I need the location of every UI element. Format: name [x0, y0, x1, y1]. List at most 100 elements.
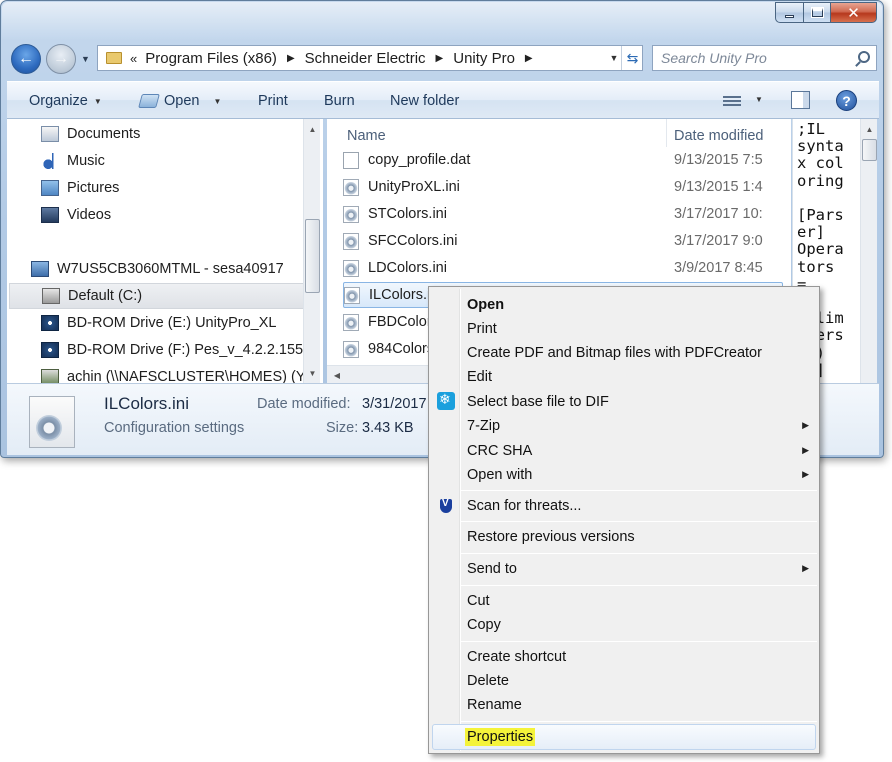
- search-placeholder: Search Unity Pro: [661, 50, 767, 66]
- command-toolbar: Organize ▼ Open ▼ Print Burn New folder …: [7, 81, 879, 119]
- maximize-button[interactable]: [803, 2, 830, 23]
- network-drive-icon: [41, 369, 59, 383]
- menu-item-create-pdf[interactable]: Create PDF and Bitmap files with PDFCrea…: [467, 342, 762, 364]
- nav-item-drive-y[interactable]: achin (\\NAFSCLUSTER\HOMES) (Y:): [41, 364, 314, 383]
- menu-item-crc-sha[interactable]: CRC SHA: [467, 440, 532, 462]
- print-button[interactable]: Print: [258, 93, 288, 109]
- menu-item-7zip[interactable]: 7-Zip: [467, 415, 500, 437]
- computer-icon: [31, 261, 49, 277]
- scroll-up-icon[interactable]: ▲: [861, 121, 877, 137]
- view-options-chevron-icon[interactable]: ▼: [755, 95, 763, 104]
- refresh-icon: ⇆: [626, 49, 639, 66]
- column-header-date-modified[interactable]: Date modified: [674, 128, 763, 144]
- search-input[interactable]: Search Unity Pro: [652, 45, 877, 71]
- breadcrumb-chevron-icon[interactable]: ▶: [287, 53, 295, 64]
- nav-item-drive-e[interactable]: BD-ROM Drive (E:) UnityPro_XL: [41, 310, 276, 336]
- title-bar: [2, 2, 882, 40]
- menu-item-select-base-dif[interactable]: Select base file to DIF: [467, 391, 609, 413]
- pictures-icon: [41, 180, 59, 196]
- file-row[interactable]: SFCColors.ini 3/17/2017 9:0: [343, 228, 783, 254]
- back-button[interactable]: ←: [11, 44, 41, 74]
- menu-item-restore-previous[interactable]: Restore previous versions: [467, 526, 635, 548]
- menu-item-rename[interactable]: Rename: [467, 694, 522, 716]
- navigation-pane: Documents Music Pictures Videos W7US5CB3…: [7, 119, 323, 383]
- scroll-up-icon[interactable]: ▲: [304, 121, 321, 137]
- file-name: UnityProXL.ini: [368, 179, 460, 195]
- breadcrumb-overflow[interactable]: «: [130, 51, 137, 66]
- nav-pane-scroll-thumb[interactable]: [305, 219, 320, 293]
- nav-item-documents[interactable]: Documents: [41, 121, 140, 147]
- file-name: STColors.ini: [368, 206, 447, 222]
- file-date: 9/13/2015 7:5: [674, 152, 763, 168]
- burn-label: Burn: [324, 93, 355, 109]
- nav-item-music[interactable]: Music: [41, 148, 105, 174]
- chevron-down-icon: ▼: [213, 96, 222, 106]
- minimize-button[interactable]: [775, 2, 803, 23]
- settings-file-icon: [343, 178, 359, 196]
- breadcrumb-unity-pro[interactable]: Unity Pro: [453, 50, 515, 67]
- preview-scroll-thumb[interactable]: [862, 139, 877, 161]
- menu-item-create-shortcut[interactable]: Create shortcut: [467, 646, 566, 668]
- menu-item-open[interactable]: Open: [467, 294, 504, 316]
- file-row[interactable]: LDColors.ini 3/9/2017 8:45: [343, 255, 783, 281]
- preview-scrollbar[interactable]: ▲: [860, 119, 877, 383]
- menu-item-print[interactable]: Print: [467, 318, 497, 340]
- nav-item-drive-f[interactable]: BD-ROM Drive (F:) Pes_v_4.2.2.1551: [41, 337, 311, 363]
- file-row[interactable]: STColors.ini 3/17/2017 10:: [343, 201, 783, 227]
- details-size-value: 3.43 KB: [362, 420, 414, 436]
- menu-item-cut[interactable]: Cut: [467, 590, 490, 612]
- file-row[interactable]: copy_profile.dat 9/13/2015 7:5: [343, 147, 783, 173]
- address-history-dropdown[interactable]: ▼: [607, 46, 621, 70]
- menu-item-send-to[interactable]: Send to: [467, 558, 517, 580]
- settings-file-large-icon: [29, 396, 75, 448]
- nav-item-label: W7US5CB3060MTML - sesa40917: [57, 261, 284, 277]
- nav-item-drive-c[interactable]: Default (C:): [9, 283, 305, 309]
- organize-button[interactable]: Organize ▼: [29, 93, 102, 109]
- change-view-icon[interactable]: [723, 94, 741, 108]
- breadcrumb-schneider-electric[interactable]: Schneider Electric: [305, 50, 426, 67]
- burn-button[interactable]: Burn: [324, 93, 355, 109]
- menu-item-edit[interactable]: Edit: [467, 366, 492, 388]
- menu-separator: [461, 585, 817, 586]
- nav-pane-scrollbar[interactable]: ▲ ▼: [303, 119, 320, 383]
- breadcrumb-chevron-icon[interactable]: ▶: [436, 53, 444, 64]
- nav-item-videos[interactable]: Videos: [41, 202, 111, 228]
- file-row[interactable]: UnityProXL.ini 9/13/2015 1:4: [343, 174, 783, 200]
- bd-rom-icon: [41, 315, 59, 331]
- navigation-bar: ← → ▼ « Program Files (x86) ▶ Schneider …: [9, 39, 877, 79]
- file-icon: [343, 151, 359, 169]
- open-button[interactable]: Open ▼: [138, 93, 222, 109]
- minimize-icon: [785, 15, 794, 18]
- address-bar[interactable]: « Program Files (x86) ▶ Schneider Electr…: [97, 45, 643, 71]
- organize-label: Organize: [29, 93, 88, 109]
- new-folder-button[interactable]: New folder: [390, 93, 459, 109]
- settings-file-icon: [343, 313, 359, 331]
- forward-button[interactable]: →: [46, 44, 76, 74]
- scroll-down-icon[interactable]: ▼: [304, 365, 321, 381]
- search-icon[interactable]: [858, 51, 870, 63]
- menu-item-delete[interactable]: Delete: [467, 670, 509, 692]
- shield-icon: [440, 498, 452, 513]
- close-button[interactable]: ✕: [830, 2, 877, 23]
- menu-item-open-with[interactable]: Open with: [467, 464, 532, 486]
- refresh-button[interactable]: ⇆: [621, 46, 643, 70]
- column-divider[interactable]: [666, 119, 667, 147]
- breadcrumb-program-files[interactable]: Program Files (x86): [145, 50, 277, 67]
- file-name: LDColors.ini: [368, 260, 447, 276]
- submenu-arrow-icon: ▶: [802, 469, 809, 479]
- file-date: 9/13/2015 1:4: [674, 179, 763, 195]
- column-header-name[interactable]: Name: [347, 128, 386, 144]
- recent-pages-dropdown[interactable]: ▼: [81, 54, 90, 64]
- close-icon: ✕: [847, 4, 860, 22]
- nav-item-computer[interactable]: W7US5CB3060MTML - sesa40917: [31, 256, 284, 282]
- nav-item-pictures[interactable]: Pictures: [41, 175, 119, 201]
- menu-item-properties[interactable]: Properties: [465, 726, 536, 748]
- menu-item-copy[interactable]: Copy: [467, 614, 501, 636]
- folder-icon: [106, 52, 122, 64]
- breadcrumb-chevron-icon[interactable]: ▶: [525, 53, 533, 64]
- chevron-down-icon: ▼: [93, 96, 102, 106]
- menu-item-scan-threats[interactable]: Scan for threats...: [467, 495, 581, 517]
- scroll-left-icon[interactable]: ◀: [329, 367, 345, 383]
- help-icon[interactable]: ?: [836, 90, 857, 111]
- preview-pane-icon[interactable]: [791, 91, 810, 109]
